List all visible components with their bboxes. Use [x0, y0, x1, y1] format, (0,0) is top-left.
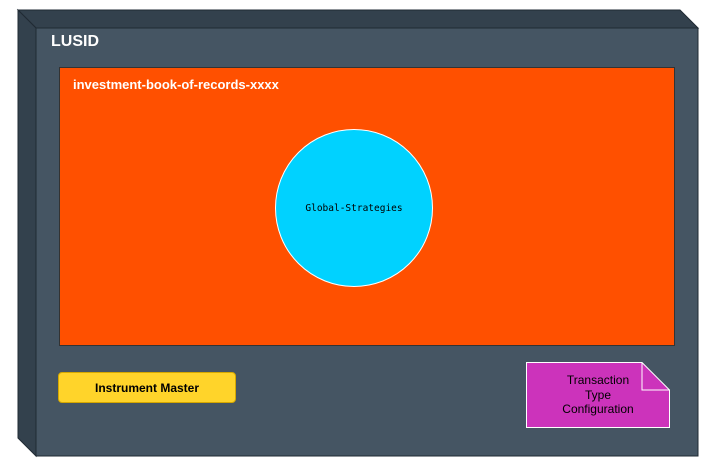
note-line-3: Configuration [562, 402, 634, 417]
ibor-container[interactable]: investment-book-of-records-xxxx Global-S… [59, 67, 675, 346]
note-line-2: Type [584, 387, 611, 402]
transaction-type-configuration-label: Transaction Type Configuration [526, 362, 670, 428]
global-strategies-label: Global-Strategies [305, 202, 403, 214]
cube-left-face [17, 8, 37, 458]
instrument-master-label: Instrument Master [94, 380, 200, 395]
global-strategies-node[interactable]: Global-Strategies [275, 129, 433, 287]
lusid-title: LUSID [51, 33, 99, 50]
ibor-title: investment-book-of-records-xxxx [73, 77, 279, 92]
cube-top-face [16, 9, 700, 29]
note-line-1: Transaction [566, 373, 630, 388]
instrument-master-node[interactable]: Instrument Master [58, 372, 236, 403]
